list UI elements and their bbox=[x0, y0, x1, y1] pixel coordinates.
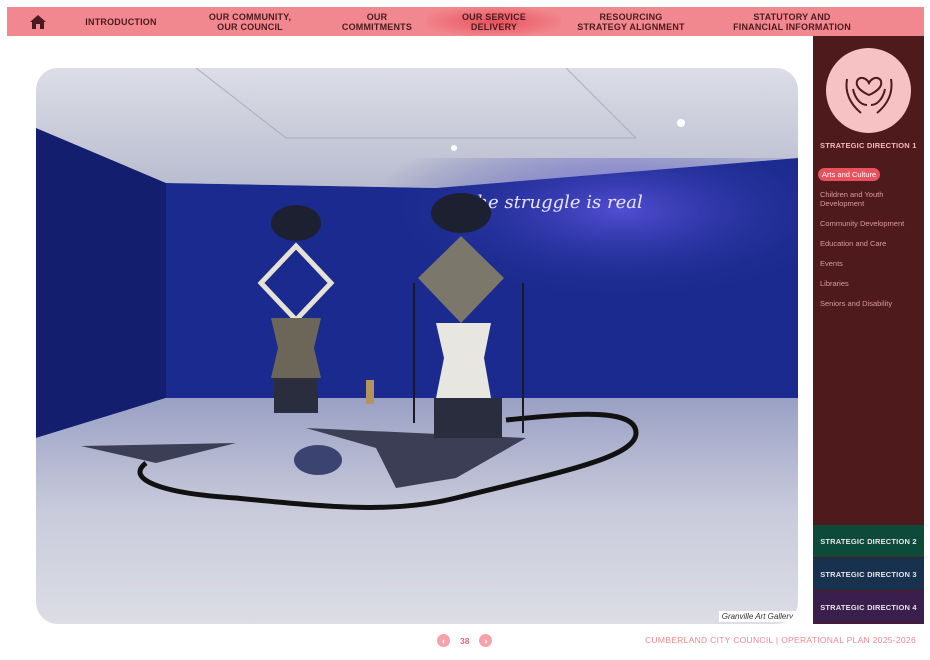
chevron-right-icon: › bbox=[484, 635, 488, 646]
home-button[interactable] bbox=[7, 7, 69, 36]
footer-council: CUMBERLAND CITY COUNCIL bbox=[644, 635, 774, 645]
sidebar-item-arts-culture[interactable]: Arts and Culture bbox=[818, 168, 881, 181]
sidebar-item-community-development[interactable]: Community Development bbox=[818, 218, 922, 229]
sidebar-item-seniors-disability[interactable]: Seniors and Disability bbox=[818, 298, 922, 309]
next-page-button[interactable]: › bbox=[479, 634, 493, 647]
hands-heart-logo bbox=[826, 48, 911, 133]
prev-page-button[interactable]: ‹ bbox=[437, 634, 450, 647]
sidebar-item-events[interactable]: Events bbox=[818, 258, 922, 269]
nav-resourcing-strategy[interactable]: RESOURCING STRATEGY ALIGNMENT bbox=[561, 7, 701, 36]
strategic-direction-3-button[interactable]: STRATEGIC DIRECTION 3 bbox=[813, 558, 924, 590]
nav-introduction[interactable]: INTRODUCTION bbox=[69, 7, 173, 36]
sidebar-item-libraries[interactable]: Libraries bbox=[818, 278, 922, 289]
strategic-direction-2-button[interactable]: STRATEGIC DIRECTION 2 bbox=[813, 525, 924, 557]
gallery-photo: the struggle is real Granville Art Galle… bbox=[36, 68, 798, 624]
footer-plan: OPERATIONAL PLAN 2025-2026 bbox=[781, 635, 916, 645]
home-icon bbox=[30, 14, 46, 29]
strategic-sidebar: STRATEGIC DIRECTION 1 Arts and Culture C… bbox=[813, 36, 924, 624]
strategic-direction-4-button[interactable]: STRATEGIC DIRECTION 4 bbox=[813, 591, 924, 623]
nav-statutory-financial[interactable]: STATUTORY AND FINANCIAL INFORMATION bbox=[701, 7, 883, 36]
chevron-left-icon: ‹ bbox=[442, 635, 445, 646]
nav-our-community[interactable]: OUR COMMUNITY, OUR COUNCIL bbox=[173, 7, 327, 36]
footer-separator: | bbox=[775, 635, 779, 645]
svg-text:the struggle is real: the struggle is real bbox=[469, 192, 643, 213]
sidebar-item-children-youth[interactable]: Children and Youth Development bbox=[818, 189, 922, 209]
page-number: 38 bbox=[460, 635, 470, 646]
footer-title: CUMBERLAND CITY COUNCIL | OPERATIONAL PL… bbox=[645, 635, 916, 645]
top-navigation: INTRODUCTION OUR COMMUNITY, OUR COUNCIL … bbox=[7, 7, 924, 36]
nav-our-commitments[interactable]: OUR COMMITMENTS bbox=[327, 7, 427, 36]
hands-heart-icon bbox=[845, 76, 892, 114]
sidebar-item-education-care[interactable]: Education and Care bbox=[818, 238, 922, 249]
page-pager: ‹ 38 › bbox=[437, 634, 493, 647]
nav-our-service-delivery[interactable]: OUR SERVICE DELIVERY bbox=[427, 7, 561, 36]
strategic-direction-title: STRATEGIC DIRECTION 1 bbox=[820, 141, 917, 150]
service-list: Arts and Culture Children and Youth Deve… bbox=[818, 164, 922, 318]
photo-caption: Granville Art Gallery bbox=[718, 611, 796, 622]
gallery-illustration: the struggle is real bbox=[36, 68, 798, 624]
